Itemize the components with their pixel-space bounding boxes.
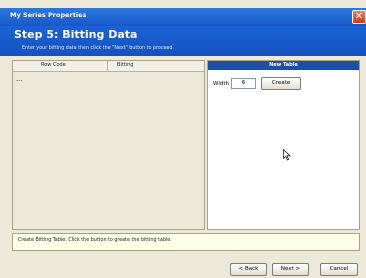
window-title: My Series Properties [10,11,87,19]
cancel-button[interactable]: Cancel [320,263,358,276]
column-divider[interactable] [107,61,108,71]
create-button[interactable]: Create [261,77,301,90]
new-table-panel: New Table Width 6 Create [207,60,360,230]
width-input[interactable]: 6 [231,78,256,89]
step-title: Step 5: Bitting Data [14,28,138,41]
next-button[interactable]: Next > [272,263,309,276]
dialog-window: My Series Properties ✕ Step 5: Bitting D… [0,0,366,278]
width-label: Width [213,81,229,87]
wizard-header: Step 5: Bitting Data Enter your bitting … [0,26,366,56]
step-instructions: Enter your bitting data then click the "… [22,46,174,51]
table-row[interactable]: --- [16,77,23,84]
close-button[interactable]: ✕ [352,10,366,24]
close-icon: ✕ [354,11,364,22]
back-button[interactable]: < Back [230,263,267,276]
column-header-bitting[interactable]: Bitting [117,62,133,68]
mouse-cursor-icon [283,149,291,161]
status-box: Create Bitting Table: Click the button t… [12,233,360,251]
table-header: Row Code Bitting [13,61,204,72]
new-table-header: New Table [208,61,359,70]
bitting-table[interactable]: Row Code Bitting --- [12,60,205,230]
title-bar: My Series Properties ✕ [0,8,366,26]
status-text: Create Bitting Table: Click the button t… [18,238,172,243]
column-header-row-code[interactable]: Row Code [41,62,66,68]
